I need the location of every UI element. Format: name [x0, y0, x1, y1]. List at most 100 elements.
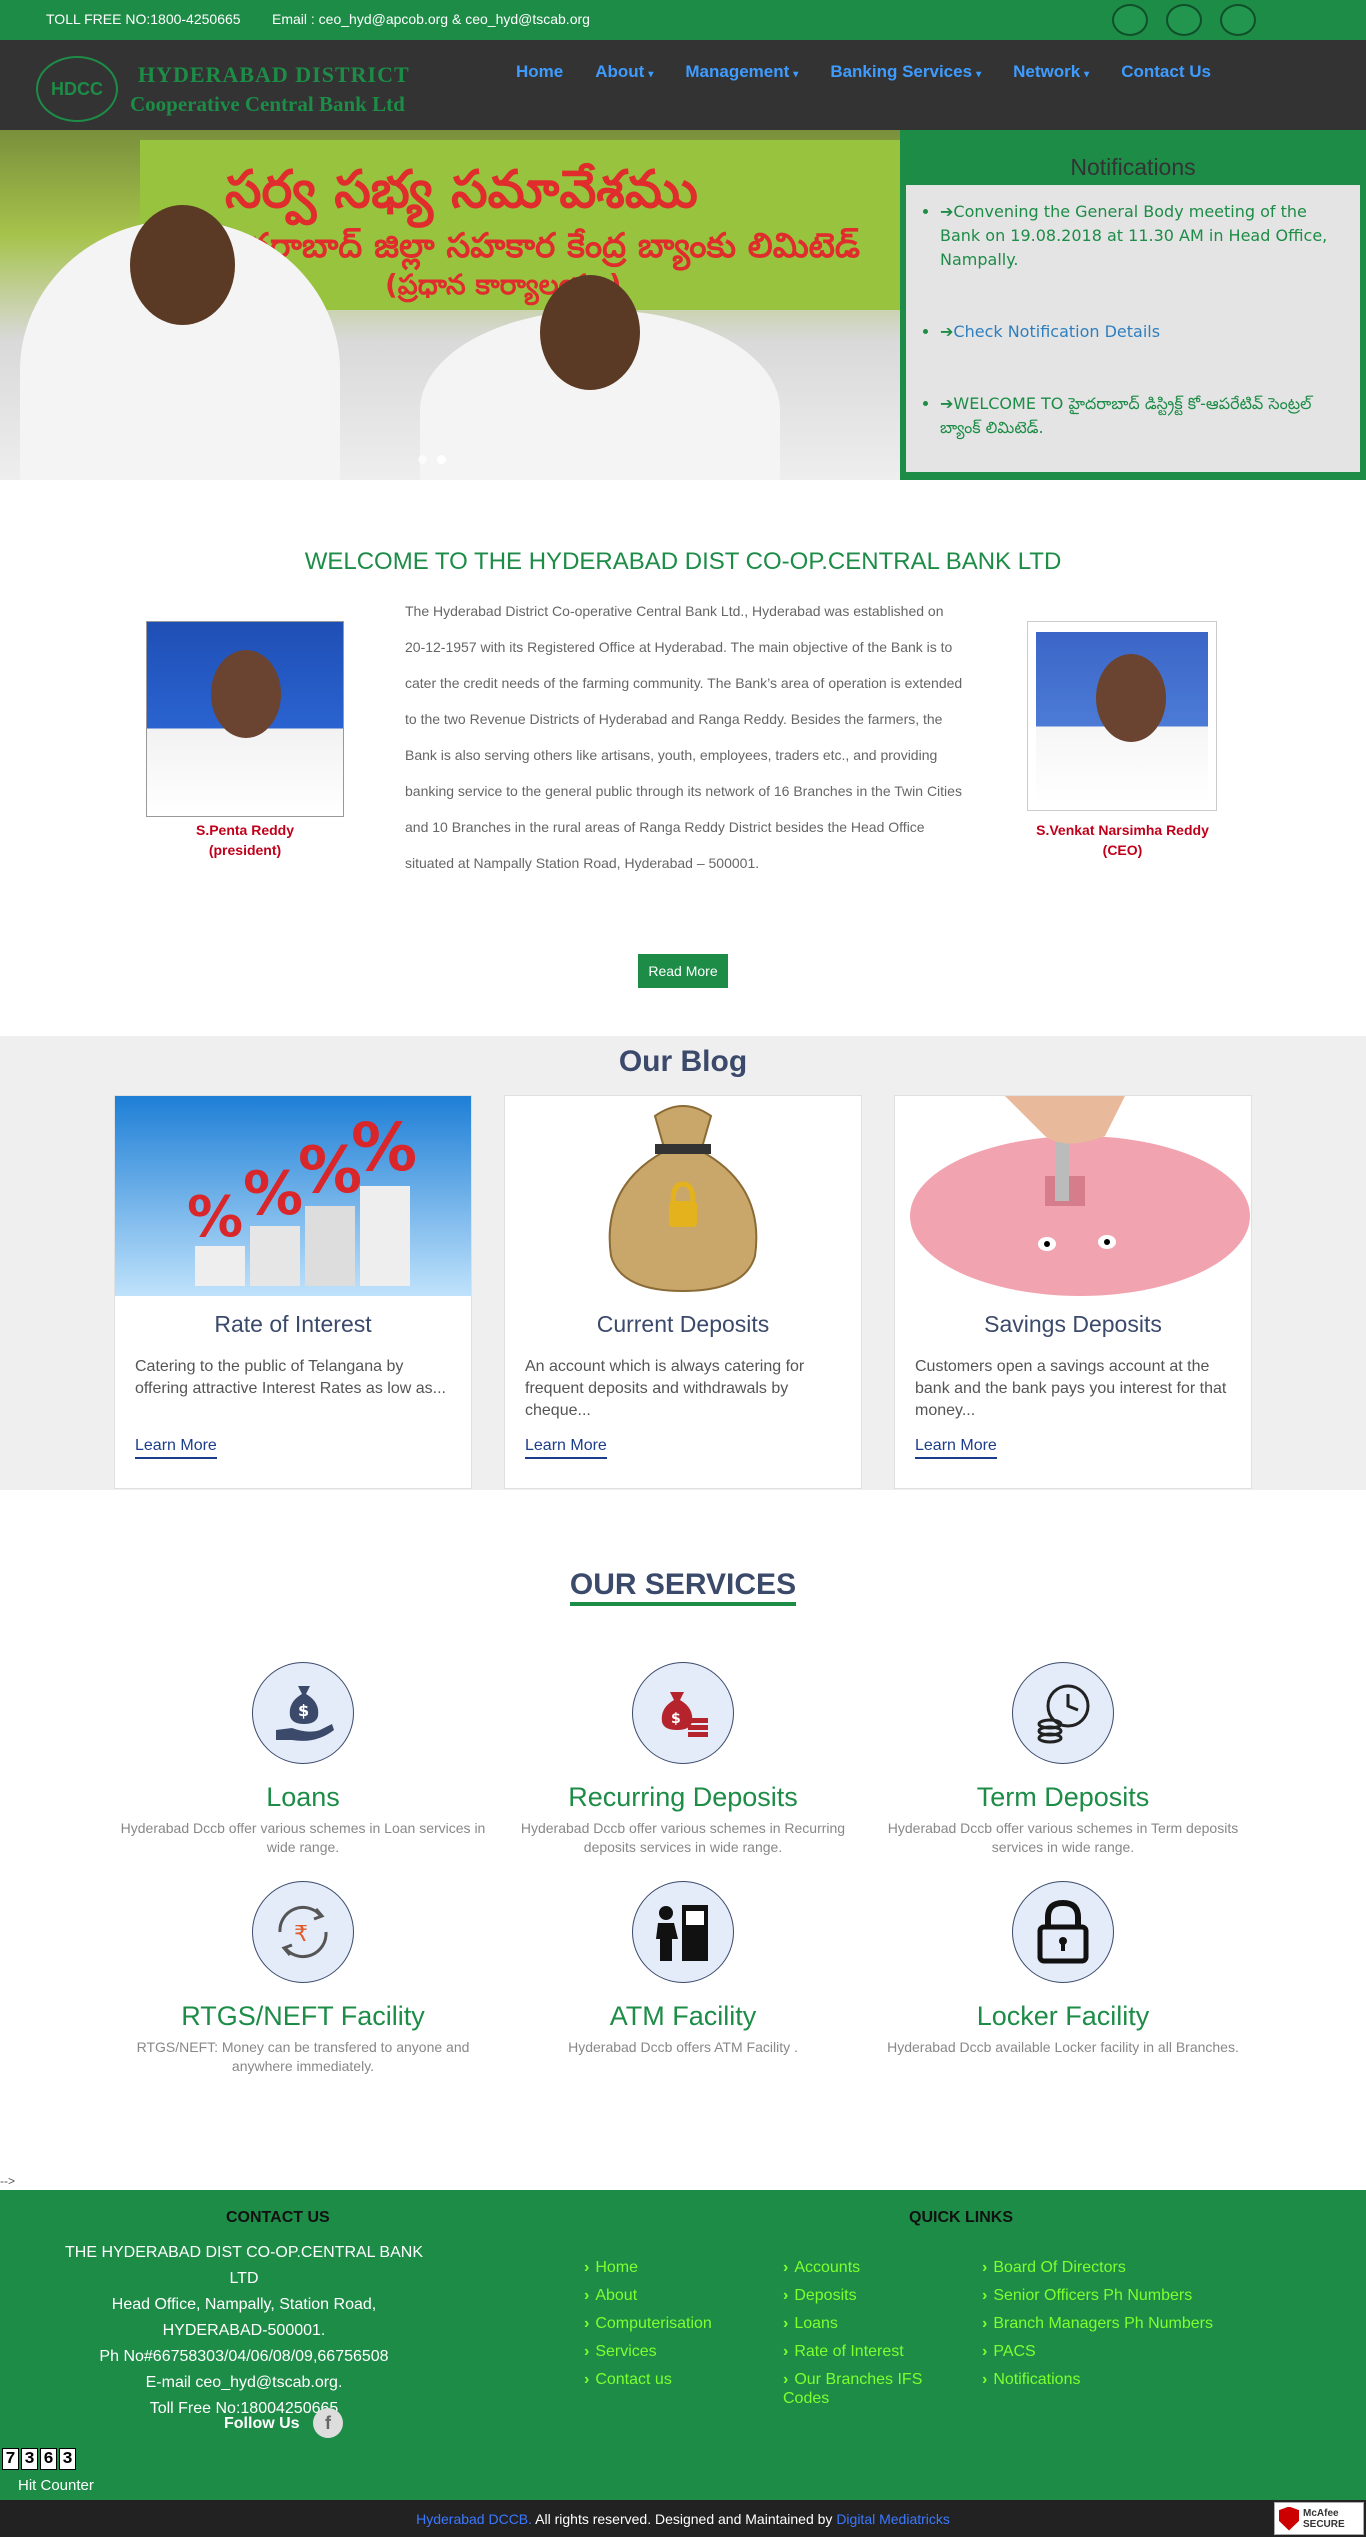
nav-banking-services[interactable]: Banking Services ▾: [830, 62, 981, 82]
notification-link[interactable]: Check Notification Details: [953, 322, 1160, 341]
caret-down-icon: ▾: [793, 69, 799, 80]
quick-link[interactable]: › Board Of Directors: [982, 2258, 1242, 2277]
service-rtgs-neft[interactable]: ₹ RTGS/NEFT Facility RTGS/NEFT: Money ca…: [113, 1881, 493, 2076]
ceo-photo-inner: [1036, 632, 1208, 804]
quick-link-text[interactable]: Contact us: [595, 2371, 671, 2388]
service-text: Hyderabad Dccb offers ATM Facility .: [568, 2039, 798, 2055]
contact-line: Ph No#66758303/04/06/08/09,66756508: [99, 2348, 389, 2365]
quick-link-text[interactable]: Accounts: [794, 2259, 860, 2276]
carousel-dot-active[interactable]: [437, 455, 446, 464]
welcome-body: The Hyderabad District Co-operative Cent…: [405, 603, 963, 871]
top-bar: TOLL FREE NO:1800-4250665 Email : ceo_hy…: [0, 0, 1366, 40]
quick-link[interactable]: › Branch Managers Ph Numbers: [982, 2314, 1242, 2333]
banner-person-right-head: [540, 275, 640, 390]
blog-section: Our Blog % % % % Rate of Interest Cateri…: [0, 1036, 1366, 1490]
hit-counter-label[interactable]: Hit Counter: [18, 2477, 94, 2494]
counter-digit: 3: [21, 2448, 38, 2470]
service-text: RTGS/NEFT: Money can be transfered to an…: [136, 2039, 470, 2074]
quick-link[interactable]: › Loans: [783, 2314, 953, 2333]
quick-link[interactable]: › Accounts: [783, 2258, 953, 2277]
learn-more-link[interactable]: Learn More: [135, 1437, 217, 1459]
nav-management[interactable]: Management ▾: [685, 62, 798, 82]
carousel-dot[interactable]: [418, 455, 427, 464]
nav-label: Banking Services: [830, 62, 973, 81]
rupee-transfer-icon: ₹: [252, 1881, 354, 1983]
percent-blocks-image: % % % %: [115, 1096, 471, 1296]
nav-home[interactable]: Home: [516, 62, 563, 82]
quick-link[interactable]: › PACS: [982, 2342, 1242, 2361]
welcome-title: WELCOME TO THE HYDERABAD DIST CO-OP.CENT…: [304, 548, 1062, 575]
quick-link-text[interactable]: About: [595, 2287, 637, 2304]
notification-item[interactable]: ➔Check Notification Details: [940, 320, 1340, 344]
main-nav: Home About ▾ Management ▾ Banking Services…: [516, 62, 1243, 82]
email-text: Email : ceo_hyd@apcob.org & ceo_hyd@tsca…: [272, 11, 590, 27]
nav-network[interactable]: Network ▾: [1013, 62, 1089, 82]
chevron-right-icon: ›: [982, 2343, 988, 2360]
card-title: Current Deposits: [596, 1311, 770, 1337]
read-more-button[interactable]: Read More: [638, 954, 728, 988]
service-atm[interactable]: ATM Facility Hyderabad Dccb offers ATM F…: [493, 1881, 873, 2057]
quick-link[interactable]: › Deposits: [783, 2286, 953, 2305]
service-recurring-deposits[interactable]: $ Recurring Deposits Hyderabad Dccb offe…: [493, 1662, 873, 1857]
hero-carousel[interactable]: సర్వ సభ్య సమావేశము ది హైదరాబాద్ జిల్లా స…: [0, 130, 900, 480]
contact-title: CONTACT US: [226, 2209, 330, 2226]
notification-item[interactable]: ➔Convening the General Body meeting of t…: [940, 200, 1340, 272]
service-term-deposits[interactable]: Term Deposits Hyderabad Dccb offer vario…: [873, 1662, 1253, 1857]
chevron-right-icon: ›: [783, 2343, 789, 2360]
service-text: Hyderabad Dccb offer various schemes in …: [520, 1820, 846, 1855]
agency-link[interactable]: Digital Mediatricks: [836, 2511, 950, 2527]
blog-card-savings: Savings Deposits Customers open a saving…: [894, 1091, 1252, 1489]
president-name: S.Penta Reddy: [195, 822, 295, 838]
president-role: (president): [208, 842, 282, 858]
chevron-right-icon: ›: [982, 2371, 988, 2388]
quick-link-text[interactable]: Services: [595, 2343, 656, 2360]
quick-link-text[interactable]: Our Branches IFS Codes: [783, 2371, 922, 2407]
learn-more-link[interactable]: Learn More: [915, 1437, 997, 1459]
quick-link-text[interactable]: Deposits: [794, 2287, 856, 2304]
mcafee-line2: SECURE: [1303, 2518, 1345, 2530]
service-loans[interactable]: $ Loans Hyderabad Dccb offer various sch…: [113, 1662, 493, 1857]
quick-link[interactable]: › Senior Officers Ph Numbers: [982, 2286, 1242, 2305]
ceo-caption: S.Venkat Narsimha Reddy (CEO): [1010, 820, 1235, 860]
quick-link[interactable]: › Home: [584, 2258, 774, 2277]
card-text: An account which is always catering for …: [525, 1358, 805, 1419]
brand-name-line1: HYDERABAD DISTRICT: [138, 62, 410, 87]
quick-link-text[interactable]: Rate of Interest: [794, 2343, 903, 2360]
quick-link-text[interactable]: PACS: [993, 2343, 1035, 2360]
quick-link[interactable]: › Contact us: [584, 2370, 774, 2389]
padlock-icon: [1012, 1881, 1114, 1983]
quick-link[interactable]: › Computerisation: [584, 2314, 774, 2333]
service-locker[interactable]: Locker Facility Hyderabad Dccb available…: [873, 1881, 1253, 2057]
learn-more-link[interactable]: Learn More: [525, 1437, 607, 1459]
banner-person-left-head: [130, 205, 235, 325]
quick-link[interactable]: › Our Branches IFS Codes: [783, 2370, 953, 2408]
quick-link-text[interactable]: Notifications: [993, 2371, 1080, 2388]
quick-link-text[interactable]: Senior Officers Ph Numbers: [993, 2287, 1192, 2304]
bank-logo[interactable]: HDCC: [36, 56, 118, 122]
quick-link-text[interactable]: Loans: [794, 2315, 838, 2332]
quick-link-text[interactable]: Home: [595, 2259, 638, 2276]
service-title: Locker Facility: [976, 2001, 1150, 2031]
quick-link-text[interactable]: Computerisation: [595, 2315, 712, 2332]
notification-item[interactable]: ➔WELCOME TO హైదరాబాద్ డిస్ట్రిక్ట్ కో-ఆప…: [940, 392, 1340, 440]
brand-link[interactable]: Hyderabad DCCB.: [416, 2511, 532, 2527]
quick-links-col1: › Home › About › Computerisation › Services …: [584, 2258, 774, 2398]
counter-digit: 7: [2, 2448, 19, 2470]
president-face: [211, 650, 281, 738]
service-text: Hyderabad Dccb offer various schemes in …: [887, 1820, 1239, 1855]
copyright-bar: Hyderabad DCCB. All rights reserved. Des…: [0, 2500, 1366, 2537]
blog-title: Our Blog: [618, 1045, 748, 1078]
quick-link[interactable]: › Notifications: [982, 2370, 1242, 2389]
facebook-icon[interactable]: f: [313, 2408, 343, 2438]
quick-link[interactable]: › Rate of Interest: [783, 2342, 953, 2361]
counter-digit: 3: [59, 2448, 76, 2470]
quick-link-text[interactable]: Branch Managers Ph Numbers: [993, 2315, 1213, 2332]
follow-us-label: Follow Us: [224, 2415, 300, 2432]
quick-link-text[interactable]: Board Of Directors: [993, 2259, 1125, 2276]
quick-link[interactable]: › Services: [584, 2342, 774, 2361]
nav-contact[interactable]: Contact Us: [1121, 62, 1211, 82]
mcafee-secure-badge[interactable]: McAfee SECURE: [1274, 2502, 1364, 2535]
quick-link[interactable]: › About: [584, 2286, 774, 2305]
service-text: Hyderabad Dccb offer various schemes in …: [120, 1820, 486, 1855]
nav-about[interactable]: About ▾: [595, 62, 653, 82]
